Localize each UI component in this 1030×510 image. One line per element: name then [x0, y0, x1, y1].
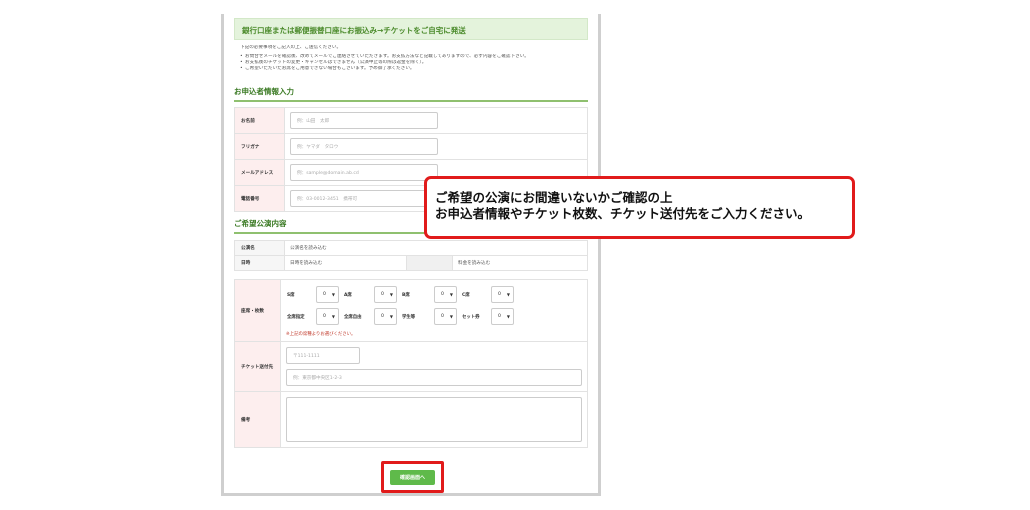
performance-title-value: 公演名を読み込む: [284, 240, 588, 256]
seat-set-label: セット券: [462, 314, 480, 320]
seat-free-select[interactable]: 0 ▼: [374, 308, 397, 325]
performance-title-label: 公演名: [234, 240, 285, 256]
performance-date-value: 日時を読み込む: [284, 255, 407, 271]
seat-reserved-select[interactable]: 0 ▼: [316, 308, 339, 325]
chevron-down-icon: ▼: [449, 314, 453, 319]
seat-s-select[interactable]: 0 ▼: [316, 286, 339, 303]
phone-label: 電話番号: [234, 185, 285, 212]
seat-a-label: A席: [344, 292, 352, 298]
name-input[interactable]: 例：山田 太郎: [290, 112, 438, 129]
chevron-down-icon: ▼: [449, 292, 453, 297]
callout-line-1: ご希望の公演にお間違いないかご確認の上: [435, 190, 673, 205]
chevron-down-icon: ▼: [389, 314, 393, 319]
chevron-down-icon: ▼: [331, 314, 335, 319]
seat-s-label: S席: [287, 292, 295, 298]
price-gap: [406, 255, 453, 271]
chevron-down-icon: ▼: [506, 292, 510, 297]
confirm-button[interactable]: 確認画面へ: [390, 469, 435, 485]
seat-free-label: 全席自由: [344, 314, 362, 320]
seat-student-select[interactable]: 0 ▼: [434, 308, 457, 325]
seat-c-label: C席: [462, 292, 470, 298]
applicant-section-title: お申込者情報入力: [234, 86, 588, 102]
chevron-down-icon: ▼: [331, 292, 335, 297]
seat-set-select[interactable]: 0 ▼: [491, 308, 514, 325]
zip-input[interactable]: 〒111-1111: [286, 347, 360, 364]
payment-method-banner: 銀行口座または郵便振替口座にお振込み→チケットをご自宅に発送: [234, 18, 588, 40]
intro-lead: 下記の必要事項をご記入の上、ご送信ください。: [240, 45, 342, 50]
seat-note: ※上記の席種よりお選びください。: [286, 332, 356, 337]
performance-price-value: 料金を読み込む: [452, 255, 588, 271]
seats-label: 座席・枚数: [234, 279, 281, 342]
seat-reserved-label: 全席指定: [287, 314, 305, 320]
remarks-label: 備考: [234, 391, 281, 448]
remarks-textarea[interactable]: [286, 397, 582, 442]
name-label: お名前: [234, 107, 285, 134]
furigana-input[interactable]: 例：ヤマダ タロウ: [290, 138, 438, 155]
seat-grid: S席 0 ▼ A席 0 ▼ B席 0 ▼ C席 0 ▼ 全席指定 0 ▼ 全席自由 0 ▼ …: [286, 286, 582, 325]
form-page: 銀行口座または郵便振替口座にお振込み→チケットをご自宅に発送 下記の必要事項をご…: [221, 14, 601, 496]
performance-date-label: 日時: [234, 255, 285, 271]
seat-a-select[interactable]: 0 ▼: [374, 286, 397, 303]
intro-list: お問合せメールを確認後、改めてメールでご連絡させていただきます。お支払方法など記…: [240, 54, 588, 72]
seat-b-select[interactable]: 0 ▼: [434, 286, 457, 303]
furigana-label: フリガナ: [234, 133, 285, 160]
callout-line-2: お申込者情報やチケット枚数、チケット送付先をご入力ください。: [435, 206, 811, 221]
seat-student-label: 学生等: [402, 314, 416, 320]
intro-bullet: ご希望いただいたお席をご用意できない場合もございます。予め御了承ください。: [240, 66, 588, 72]
email-label: メールアドレス: [234, 159, 285, 186]
address-input[interactable]: 例：東京都中央区1-2-3: [286, 369, 582, 386]
chevron-down-icon: ▼: [506, 314, 510, 319]
delivery-label: チケット送付先: [234, 341, 281, 392]
email-input[interactable]: 例：sample@domain.ab.cd: [290, 164, 438, 181]
performance-info: 公演名 公演名を読み込む 日時 日時を読み込む 料金を読み込む: [234, 240, 588, 271]
intro-text: 下記の必要事項をご記入の上、ご送信ください。 お問合せメールを確認後、改めてメー…: [234, 45, 588, 72]
seat-b-label: B席: [402, 292, 410, 298]
submit-highlight: 確認画面へ: [381, 461, 444, 493]
chevron-down-icon: ▼: [389, 292, 393, 297]
instruction-callout: ご希望の公演にお間違いないかご確認の上 お申込者情報やチケット枚数、チケット送付…: [424, 176, 855, 239]
order-form: 座席・枚数 S席 0 ▼ A席 0 ▼ B席 0 ▼ C席 0 ▼ 全席指定 0 ▼ 全席…: [234, 279, 588, 448]
seat-c-select[interactable]: 0 ▼: [491, 286, 514, 303]
phone-input[interactable]: 例：03-0012-3451 携帯可: [290, 190, 438, 207]
